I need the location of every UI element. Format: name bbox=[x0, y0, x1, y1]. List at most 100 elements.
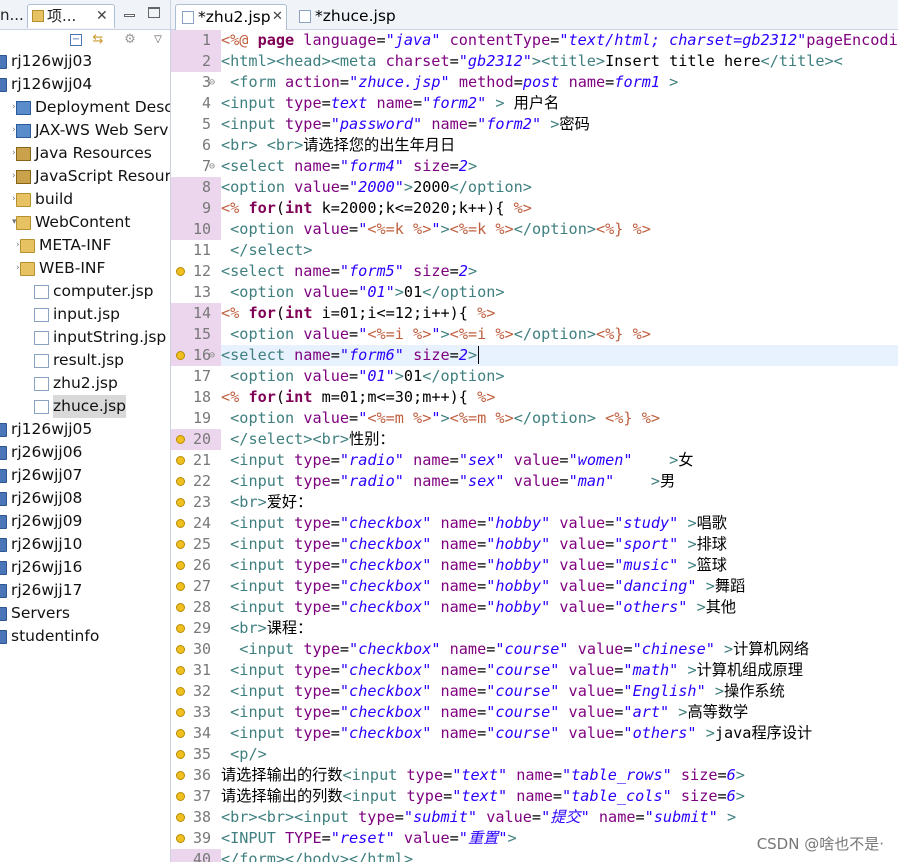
code-token: > bbox=[669, 703, 688, 721]
tab-navigator[interactable]: n... bbox=[0, 4, 24, 28]
collapse-all-icon[interactable]: − bbox=[68, 32, 84, 48]
fold-icon[interactable]: ⊖ bbox=[209, 156, 215, 177]
line-number: 31 bbox=[171, 660, 221, 681]
code-token: size bbox=[413, 262, 450, 280]
code-token: <br> <br> bbox=[221, 136, 304, 154]
warning-icon[interactable] bbox=[176, 708, 185, 717]
close-icon[interactable]: ✕ bbox=[272, 5, 283, 29]
code-token: <input bbox=[230, 556, 295, 574]
editor-tab-zhuce[interactable]: *zhuce.jsp bbox=[291, 4, 401, 30]
maximize-icon[interactable] bbox=[148, 7, 160, 18]
code-token: name bbox=[431, 115, 468, 133]
warning-icon[interactable] bbox=[176, 666, 185, 675]
code-token: name bbox=[294, 262, 331, 280]
warning-icon[interactable] bbox=[176, 792, 185, 801]
code-token: > bbox=[696, 577, 715, 595]
warning-icon[interactable] bbox=[176, 645, 185, 654]
code-token: " bbox=[358, 220, 368, 238]
fold-icon[interactable]: ⊖ bbox=[209, 72, 215, 93]
code-token: = bbox=[339, 178, 350, 196]
code-token: = bbox=[330, 682, 340, 700]
warning-icon[interactable] bbox=[176, 624, 185, 633]
code-token: > bbox=[735, 787, 745, 805]
warning-icon[interactable] bbox=[176, 540, 185, 549]
code-token: = bbox=[531, 808, 542, 826]
code-token: "checkbox" bbox=[339, 556, 432, 574]
code-token: 课程： bbox=[266, 619, 313, 637]
link-with-editor-icon[interactable]: ⇆ bbox=[90, 32, 106, 48]
code-line: </select> bbox=[221, 240, 898, 261]
code-token: type bbox=[294, 556, 331, 574]
warning-icon[interactable] bbox=[176, 750, 185, 759]
view-menu-icon[interactable]: ▽ bbox=[150, 32, 166, 48]
code-token: value bbox=[568, 724, 615, 742]
warning-icon[interactable] bbox=[176, 435, 185, 444]
code-line: 请选择输出的列数<input type="text" name="table_c… bbox=[221, 786, 898, 807]
minimize-icon[interactable] bbox=[124, 6, 136, 18]
warning-icon[interactable] bbox=[176, 561, 185, 570]
code-token: </select><br> bbox=[230, 430, 350, 448]
tree-item-label: rj126wjj03 bbox=[11, 52, 93, 70]
code-token: "reset" bbox=[330, 829, 395, 847]
line-number: 4 bbox=[201, 94, 211, 112]
warning-icon[interactable] bbox=[176, 603, 185, 612]
code-token: "checkbox" bbox=[339, 724, 432, 742]
code-token: type bbox=[294, 472, 331, 490]
editor-tab-zhu2[interactable]: *zhu2.jsp ✕ bbox=[175, 4, 287, 30]
warning-icon[interactable] bbox=[176, 813, 185, 822]
code-token: = bbox=[605, 535, 615, 553]
code-token: = bbox=[449, 346, 459, 364]
line-number: 39 bbox=[171, 828, 221, 849]
warning-icon[interactable] bbox=[176, 771, 185, 780]
tree-item-label: rj26wjj16 bbox=[11, 558, 83, 576]
code-token: = bbox=[477, 535, 487, 553]
warning-icon[interactable] bbox=[176, 582, 185, 591]
code-line: <input type="checkbox" name="hobby" valu… bbox=[221, 534, 898, 555]
warning-icon[interactable] bbox=[176, 498, 185, 507]
code-token: > bbox=[632, 451, 679, 469]
code-token: i=01;i<=12;i++){ bbox=[312, 304, 478, 322]
line-number: 16 ⊖ bbox=[171, 345, 221, 366]
code-token: > bbox=[467, 346, 478, 364]
code-token: type bbox=[294, 661, 331, 679]
code-token: value bbox=[303, 325, 350, 343]
code-token: "study" bbox=[614, 514, 679, 532]
project-icon bbox=[0, 538, 7, 552]
warning-icon[interactable] bbox=[176, 687, 185, 696]
code-token: value bbox=[568, 661, 615, 679]
warning-icon[interactable] bbox=[176, 267, 185, 276]
tree-item-label: JavaScript Resourc bbox=[35, 167, 171, 185]
code-token: "sex" bbox=[458, 472, 505, 490]
code-editor[interactable]: <%@ page language="java" contentType="te… bbox=[221, 30, 898, 862]
code-token: 请选择输出的行数 bbox=[221, 766, 343, 784]
code-token: contentType bbox=[449, 31, 551, 49]
code-line: <input type=text name="form2" > 用户名 bbox=[221, 93, 898, 114]
fold-icon[interactable]: ⊖ bbox=[209, 345, 215, 366]
warning-icon[interactable] bbox=[176, 729, 185, 738]
code-token: name bbox=[598, 808, 636, 826]
code-token: </option> bbox=[449, 178, 532, 196]
warning-icon[interactable] bbox=[176, 477, 185, 486]
warning-icon[interactable] bbox=[176, 519, 185, 528]
code-token: = bbox=[477, 598, 487, 616]
code-token: <%} bbox=[595, 220, 624, 238]
code-token: = bbox=[443, 766, 453, 784]
code-token: = bbox=[552, 787, 563, 805]
code-token: = bbox=[330, 451, 340, 469]
focus-icon[interactable]: ⚙ bbox=[122, 32, 138, 48]
close-icon[interactable]: ✕ bbox=[96, 5, 108, 27]
code-token: > bbox=[403, 178, 414, 196]
tab-project-explorer[interactable]: 项... ✕ bbox=[27, 4, 115, 28]
warning-icon[interactable] bbox=[176, 834, 185, 843]
file-icon bbox=[34, 354, 49, 368]
code-token: > bbox=[467, 157, 478, 175]
code-token: = bbox=[477, 724, 487, 742]
warning-icon[interactable] bbox=[176, 456, 185, 465]
warning-icon[interactable] bbox=[176, 351, 185, 360]
code-token: ( bbox=[275, 388, 286, 406]
code-token: > bbox=[394, 283, 404, 301]
code-token: = bbox=[552, 766, 563, 784]
